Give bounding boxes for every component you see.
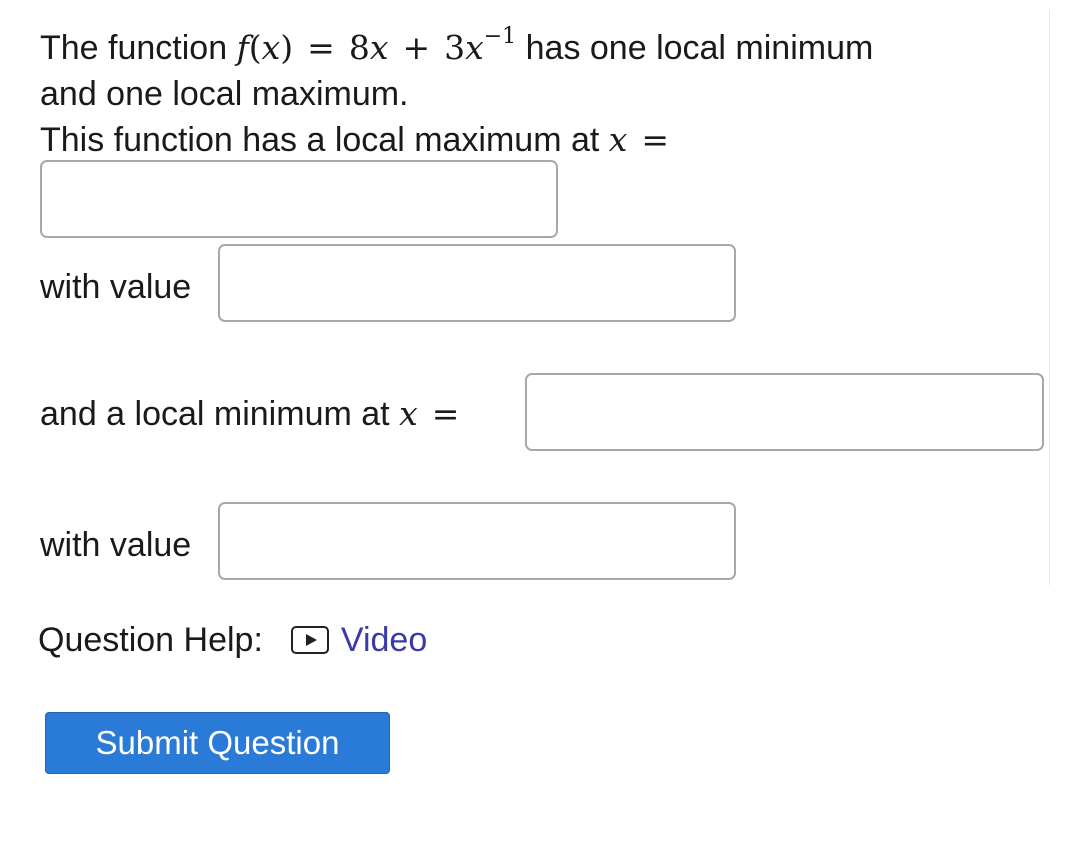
function-variable: x bbox=[261, 28, 281, 67]
video-help-link[interactable]: Video bbox=[341, 618, 427, 662]
local-min-value-input[interactable] bbox=[218, 502, 736, 580]
local-min-x-input[interactable] bbox=[525, 373, 1044, 451]
min-x-variable: x bbox=[399, 394, 418, 433]
question-help-label: Question Help: bbox=[38, 621, 263, 659]
min-value-label: with value bbox=[40, 526, 192, 564]
local-max-x-input[interactable] bbox=[40, 160, 558, 238]
coefficient-2: 3 bbox=[444, 28, 466, 67]
question-help: Question Help: Video bbox=[38, 618, 427, 662]
prompt-after-math: has one local minimum bbox=[525, 29, 874, 67]
max-x-expression: x = bbox=[609, 120, 683, 159]
prompt-line-1: The function f(x) = 8x +3x−1 has one local … bbox=[40, 18, 1040, 71]
prompt-intro-text: The function bbox=[40, 29, 228, 67]
min-x-equals: = bbox=[431, 394, 460, 433]
prompt-line-2: and one local maximum. bbox=[40, 75, 409, 113]
submit-question-button[interactable]: Submit Question bbox=[45, 712, 390, 774]
question-prompt: The function f(x) = 8x +3x−1 has one local … bbox=[40, 18, 1040, 163]
min-x-expression: x = bbox=[399, 394, 473, 433]
exponent: −1 bbox=[483, 24, 517, 49]
max-x-variable: x bbox=[608, 120, 628, 159]
prompt-line-3-text: This function has a local maximum at bbox=[40, 121, 600, 159]
video-play-icon[interactable] bbox=[290, 626, 329, 654]
function-expression: f(x) = 8x +3x−1 bbox=[236, 24, 517, 67]
local-max-value-input[interactable] bbox=[218, 244, 736, 322]
equals-sign: = bbox=[307, 28, 335, 67]
function-name: f bbox=[236, 28, 249, 67]
max-x-equals: = bbox=[641, 120, 670, 159]
min-x-label: and a local minimum at x = bbox=[40, 394, 473, 434]
max-value-label: with value bbox=[40, 268, 192, 306]
min-x-label-text: and a local minimum at bbox=[40, 395, 390, 433]
content-right-border bbox=[1049, 10, 1050, 585]
variable-1: x bbox=[369, 28, 389, 67]
plus-sign: + bbox=[402, 28, 431, 67]
variable-2: x bbox=[465, 28, 484, 67]
coefficient-1: 8 bbox=[348, 28, 370, 67]
prompt-line-3: This function has a local maximum at x = bbox=[40, 117, 1040, 163]
